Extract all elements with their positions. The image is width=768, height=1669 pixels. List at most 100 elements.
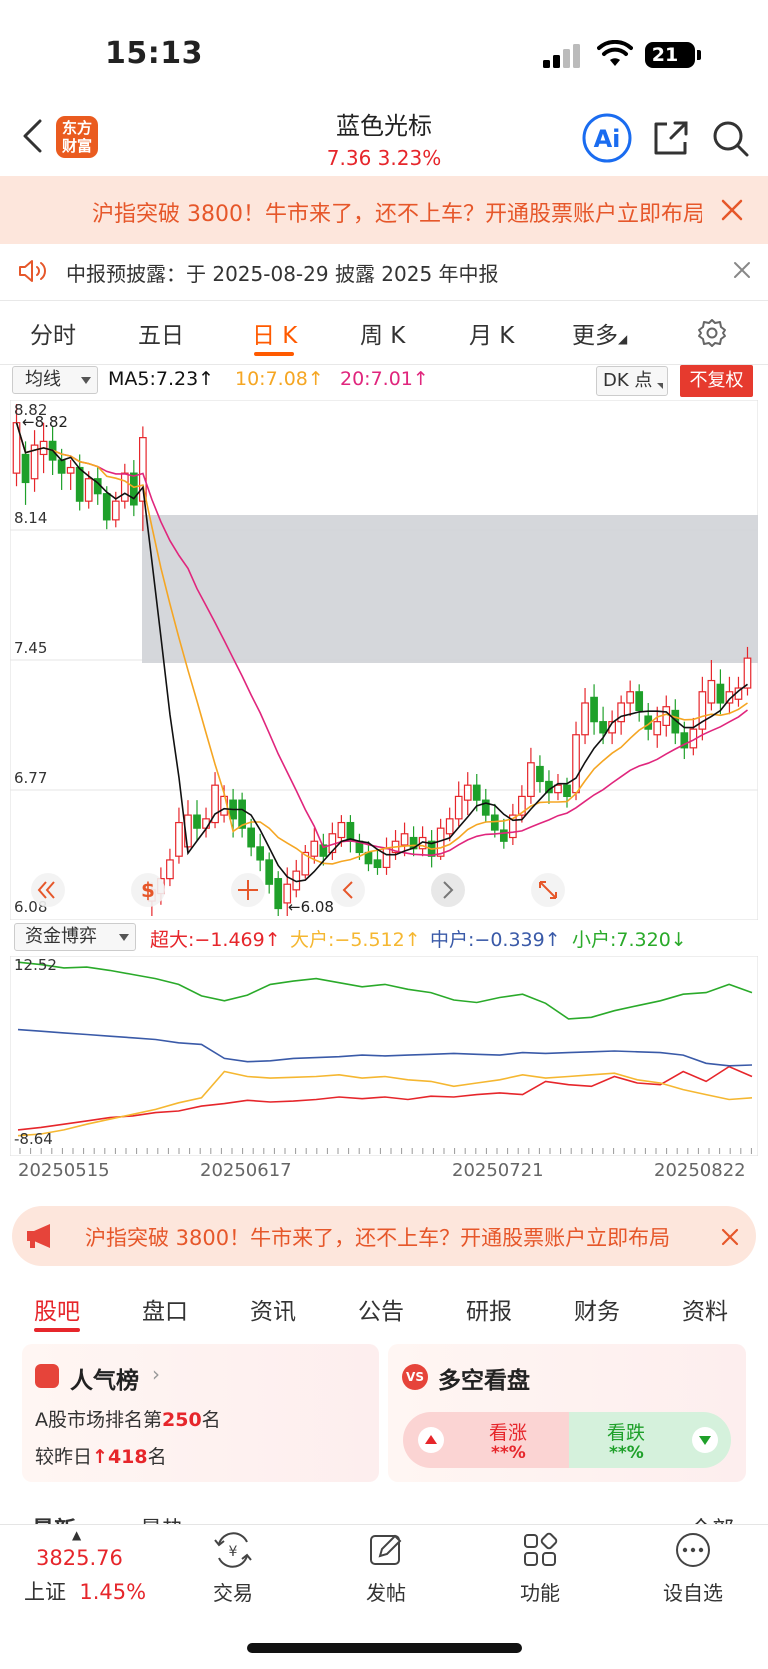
scroll-left-button[interactable] (331, 873, 365, 907)
divider (0, 364, 768, 365)
x-tick-date: 20250721 (452, 1160, 544, 1181)
nav-post[interactable]: 发帖 (346, 1577, 426, 1606)
trade-icon[interactable]: ¥ (213, 1530, 253, 1570)
ma20-value: 20:7.01↑ (340, 368, 429, 390)
search-icon[interactable] (710, 118, 750, 158)
more-icon[interactable] (673, 1530, 713, 1570)
adjust-toggle[interactable]: 不复权 (680, 365, 753, 397)
rank-suffix: 名 (201, 1409, 221, 1431)
home-indicator (247, 1643, 522, 1653)
rank-value: 250 (162, 1409, 202, 1431)
tab-forum[interactable]: 股吧 (34, 1292, 80, 1326)
tab-research[interactable]: 研报 (466, 1292, 512, 1326)
high-marker: ←8.82 (22, 413, 68, 431)
change-prefix: 较昨日 (35, 1446, 93, 1468)
small-flow: 小户:7.320↓ (572, 929, 687, 951)
battery-icon: 21 (645, 42, 695, 68)
wifi-icon (597, 40, 633, 66)
kline-chart[interactable]: 8.82 8.14 7.45 6.77 6.08 ←8.82 ←6.08 $ (10, 400, 758, 920)
tab-news[interactable]: 资讯 (250, 1292, 296, 1326)
capital-indicator-select[interactable]: 资金博弈 (14, 923, 136, 951)
index-percent: 1.45% (79, 1580, 147, 1604)
x-tick-date: 20250822 (654, 1160, 746, 1181)
divider (0, 300, 768, 301)
close-icon[interactable] (720, 1227, 740, 1247)
vote-bullish-button[interactable]: 看涨 **% (403, 1412, 569, 1468)
scroll-right-button[interactable] (431, 873, 465, 907)
status-time: 15:13 (105, 36, 203, 71)
nav-trade[interactable]: 交易 (193, 1577, 273, 1606)
tab-weekly-k[interactable]: 周 K (360, 316, 405, 350)
tab-more-label: 更多 (572, 323, 618, 349)
post-icon[interactable] (366, 1530, 406, 1570)
popularity-title: 人气榜 (70, 1368, 139, 1394)
tab-monthly-k[interactable]: 月 K (469, 316, 514, 350)
tab-more[interactable]: 更多◢ (572, 316, 627, 350)
index-value[interactable]: 3825.76 (36, 1546, 123, 1570)
close-icon[interactable] (720, 198, 744, 222)
rank-change: 较昨日↑418名 (35, 1442, 167, 1469)
rank-prefix: A股市场排名第 (35, 1409, 162, 1431)
share-icon[interactable] (651, 118, 691, 158)
tab-announcements[interactable]: 公告 (358, 1292, 404, 1326)
dk-point-label: DK 点 (603, 370, 653, 391)
fullscreen-button[interactable] (531, 873, 565, 907)
money-flow-button[interactable]: $ (131, 873, 165, 907)
capital-y-max: 12.52 (14, 956, 57, 974)
change-suffix: 名 (147, 1446, 167, 1468)
price-gap-zone (142, 515, 758, 663)
close-icon[interactable] (733, 261, 751, 279)
ma10-value: 10:7.08↑ (235, 368, 324, 390)
active-tab-indicator (34, 1328, 80, 1332)
cell-signal-icon (543, 44, 580, 68)
bullish-percent: **% (491, 1443, 526, 1463)
scroll-left-fast-button[interactable] (31, 873, 65, 907)
ai-assistant-icon[interactable]: Ai (581, 112, 633, 164)
zoom-in-button[interactable] (231, 873, 265, 907)
tab-five-day[interactable]: 五日 (138, 316, 184, 350)
promo-pill-text[interactable]: 沪指突破 3800！牛市来了，还不上车？开通股票账户立即布局 (85, 1222, 705, 1252)
gear-icon[interactable] (697, 318, 727, 348)
x-tick-date: 20250515 (18, 1160, 110, 1181)
bullish-label: 看涨 (489, 1422, 528, 1444)
tab-order-book[interactable]: 盘口 (142, 1292, 188, 1326)
change-value: 418 (107, 1446, 148, 1468)
tab-financials[interactable]: 财务 (574, 1292, 620, 1326)
y-tick: 8.14 (14, 509, 47, 527)
capital-y-min: -8.64 (14, 1130, 53, 1148)
index-summary[interactable]: 上证 1.45% (24, 1576, 146, 1606)
market-rank: A股市场排名第250名 (35, 1405, 221, 1432)
tab-intraday[interactable]: 分时 (30, 316, 76, 350)
triangle-down-icon (692, 1427, 718, 1453)
capital-select-label: 资金博弈 (25, 926, 97, 947)
active-tab-indicator (254, 352, 294, 356)
battery-tip (697, 50, 701, 60)
bearish-label: 看跌 (607, 1422, 646, 1444)
vote-bar: 看涨 **% 看跌 **% (403, 1412, 731, 1468)
promo-banner-text[interactable]: 沪指突破 3800！牛市来了，还不上车？开通股票账户立即布局 (92, 196, 702, 226)
vs-icon: VS (402, 1364, 428, 1390)
triangle-up-icon: ▲ (72, 1528, 82, 1542)
super-large-flow: 超大:−1.469↑ (150, 929, 281, 951)
chevron-down-icon (81, 377, 91, 384)
tab-profile[interactable]: 资料 (682, 1292, 728, 1326)
svg-text:¥: ¥ (229, 1544, 238, 1560)
capital-flow-chart[interactable]: 12.52 -8.64 (10, 956, 758, 1156)
battery-level: 21 (651, 44, 679, 66)
ai-label: Ai (594, 125, 621, 153)
nav-functions[interactable]: 功能 (500, 1577, 580, 1606)
speaker-icon (19, 260, 46, 282)
vote-bearish-button[interactable]: 看跌 **% (569, 1412, 731, 1468)
chevron-right-icon: › (152, 1362, 160, 1386)
bearish-percent: **% (609, 1443, 644, 1463)
report-notice-text[interactable]: 中报预披露：于 2025-08-29 披露 2025 年中报 (66, 258, 499, 287)
grid-icon[interactable] (520, 1530, 560, 1570)
triangle-icon (657, 383, 663, 389)
nav-add-watchlist[interactable]: 设自选 (653, 1577, 733, 1606)
large-flow: 大户:−5.512↑ (290, 929, 421, 951)
indicator-select[interactable]: 均线 (12, 366, 98, 394)
tab-daily-k[interactable]: 日 K (252, 316, 297, 350)
triangle-up-icon (418, 1427, 444, 1453)
dk-point-select[interactable]: DK 点 (596, 366, 668, 396)
x-tick-date: 20250617 (200, 1160, 292, 1181)
